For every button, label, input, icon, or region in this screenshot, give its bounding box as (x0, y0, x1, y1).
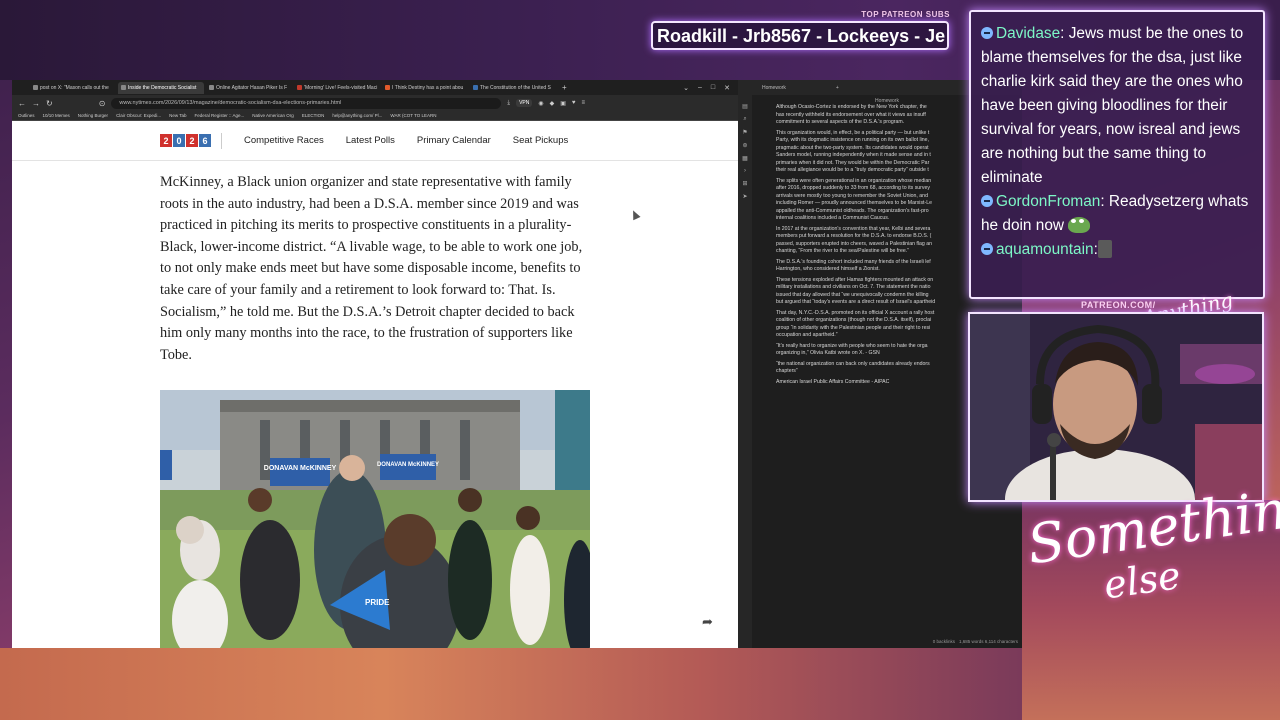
graph-icon[interactable]: ⊛ (742, 142, 747, 149)
browser-tab[interactable]: The Constitution of the United S (470, 82, 556, 94)
notes-ribbon: ▤ ⌕ ⚑ ⊛ ▦ › ⊞ ➤ (738, 95, 752, 648)
bookmark[interactable]: 10/10 Memes (43, 113, 70, 118)
template-icon[interactable]: ⊞ (742, 180, 747, 187)
chat-username: GordonFroman (996, 193, 1101, 210)
webcam-feed (968, 312, 1264, 502)
vpn-button[interactable]: VPN (516, 99, 533, 107)
x-favicon-icon (33, 85, 38, 90)
patreon-subs-ticker-text: Roadkill - Jrb8567 - Lockeeys - Je (657, 26, 946, 46)
new-note-tab-icon[interactable]: + (836, 85, 839, 91)
bookmark[interactable]: help@anything.com/ Pl... (332, 113, 382, 118)
nav-divider (221, 132, 222, 149)
new-tab-icon[interactable]: + (562, 83, 567, 92)
chat-message: Davidase: Jews must be the ones to blame… (981, 22, 1253, 190)
site-favicon-icon (473, 85, 478, 90)
calendar-icon[interactable]: ▦ (742, 155, 748, 162)
extension-icon[interactable]: ♥ (572, 100, 576, 106)
maximize-icon[interactable]: □ (711, 84, 715, 92)
extension-icon[interactable]: ▣ (560, 100, 566, 107)
browser-tab[interactable]: post on X: "Mason calls out the (30, 82, 116, 94)
extension-icon[interactable]: ◉ (538, 100, 543, 107)
chat-badge-icon (981, 27, 993, 39)
browser-window: post on X: "Mason calls out the Inside t… (12, 80, 738, 648)
site-info-icon[interactable]: ⊙ (99, 99, 106, 108)
mouse-cursor-icon (629, 208, 641, 221)
close-icon[interactable]: ✕ (724, 84, 730, 92)
status-backlinks[interactable]: 0 backlinks (933, 639, 955, 644)
article-photo: DONAVAN McKINNEY DONAVAN McKINNEY PRIDE (160, 390, 590, 648)
nav-latest-polls[interactable]: Latest Polls (346, 135, 395, 146)
nav-primary-calendar[interactable]: Primary Calendar (417, 135, 491, 146)
stream-chat-overlay: Davidase: Jews must be the ones to blame… (969, 10, 1265, 299)
note-line: but argued that “today's events are a di… (776, 299, 936, 305)
nyt-election-nav: 2 0 2 6 Competitive Races Latest Polls P… (12, 121, 738, 161)
bookmark[interactable]: Native American Org (252, 113, 294, 118)
megaphone-label: PRIDE (365, 598, 390, 607)
chat-username: aquamountain (996, 241, 1094, 258)
bookmark[interactable]: New Tab (169, 113, 186, 118)
chat-badge-icon (981, 195, 993, 207)
extension-icon[interactable]: ◆ (550, 100, 555, 107)
search-icon[interactable]: ⌕ (743, 116, 746, 123)
tab-list-icon[interactable]: ⌄ (683, 84, 689, 92)
address-bar: ← → ↻ ⊙ www.nytimes.com/2026/09/13/magaz… (12, 95, 738, 111)
minimize-icon[interactable]: – (698, 84, 702, 92)
bookmark[interactable]: ELECTION (302, 113, 325, 118)
terminal-icon[interactable]: › (744, 168, 746, 174)
youtube-favicon-icon (297, 85, 302, 90)
browser-tab[interactable]: Online Agitator Hasan Piker Is F (206, 82, 292, 94)
menu-icon[interactable]: ≡ (581, 100, 585, 106)
emote-icon (1097, 240, 1112, 258)
bookmark[interactable]: Federal Register :: Age... (195, 113, 245, 118)
status-word-count: 1,685 words 6,114 characters (959, 639, 1018, 644)
url-field[interactable]: www.nytimes.com/2026/09/13/magazine/demo… (111, 97, 502, 109)
back-icon[interactable]: ← (18, 99, 26, 108)
bookmark[interactable]: Nothing Burger (78, 113, 108, 118)
pepe-emote-icon (1068, 217, 1091, 233)
browser-tab-active[interactable]: Inside the Democratic Socialist (118, 81, 204, 94)
nav-seat-pickups[interactable]: Seat Pickups (513, 135, 568, 146)
notes-tab[interactable]: Homework (762, 85, 786, 91)
window-controls: ⌄ – □ ✕ (683, 84, 738, 92)
chat-message: aquamountain: (981, 238, 1253, 262)
share-icon[interactable]: ➦ (702, 614, 713, 630)
files-icon[interactable]: ▤ (742, 103, 748, 110)
notes-status-bar: 0 backlinks 1,685 words 6,114 characters (933, 639, 1018, 644)
browser-tab[interactable]: I Think Destiny has a point abou (382, 82, 468, 94)
patreon-subs-title: TOP PATREON SUBS (861, 10, 950, 19)
reload-icon[interactable]: ↻ (46, 99, 53, 108)
reddit-favicon-icon (385, 85, 390, 90)
bookmark[interactable]: Outlines (18, 113, 35, 118)
download-icon[interactable]: ⤓ (507, 100, 510, 107)
article-paragraph: McKinney, a Black union organizer and st… (160, 174, 583, 363)
campaign-sign: DONAVAN McKINNEY (264, 465, 337, 472)
browser-tab-bar: post on X: "Mason calls out the Inside t… (12, 80, 738, 95)
chat-text: : Jews must be the ones to blame themsel… (981, 25, 1244, 186)
election-2026-logo[interactable]: 2 0 2 6 (160, 134, 211, 147)
browser-tab[interactable]: 'Morning' Live! Feels-visited Maci (294, 82, 380, 94)
nav-competitive-races[interactable]: Competitive Races (244, 135, 324, 146)
campaign-sign: DONAVAN McKINNEY (377, 462, 439, 468)
forward-icon[interactable]: → (32, 99, 40, 108)
patreon-subs-ticker: Roadkill - Jrb8567 - Lockeeys - Je (651, 21, 949, 50)
site-favicon-icon (209, 85, 214, 90)
chat-message: GordonFroman: Readysetzerg whats he doin… (981, 190, 1253, 238)
send-icon[interactable]: ➤ (742, 193, 747, 200)
chat-badge-icon (981, 243, 993, 255)
nyt-favicon-icon (121, 85, 126, 90)
bookmark-icon[interactable]: ⚑ (742, 129, 747, 136)
bookmark[interactable]: Clair Obscur: Expedi... (116, 113, 161, 118)
bookmark[interactable]: WAR (COT TO LEARN (390, 113, 436, 118)
chat-username: Davidase (996, 25, 1061, 42)
bookmarks-bar: Outlines 10/10 Memes Nothing Burger Clai… (12, 111, 738, 121)
